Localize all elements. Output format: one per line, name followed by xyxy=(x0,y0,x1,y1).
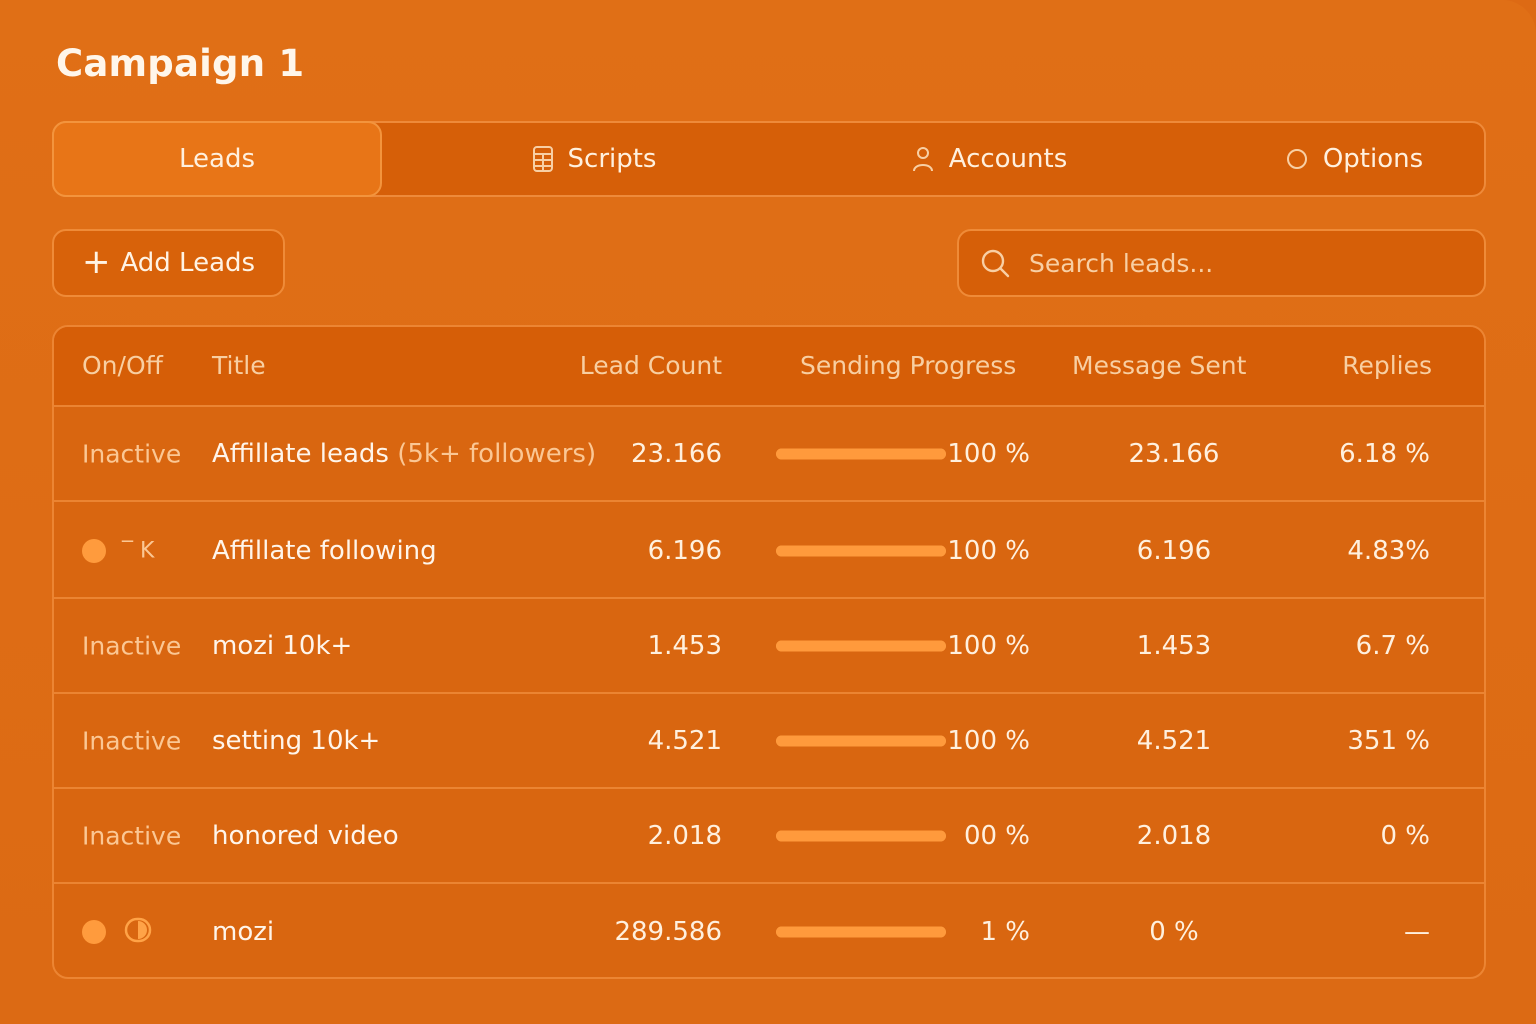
lead-title-text: setting 10k+ xyxy=(212,725,381,756)
header-sending-progress[interactable]: Sending Progress xyxy=(800,351,1016,380)
progress-fill xyxy=(776,830,946,841)
lead-count: 1.453 xyxy=(647,630,722,661)
lead-count: 6.196 xyxy=(647,535,722,566)
header-title[interactable]: Title xyxy=(212,351,266,380)
status-dot[interactable] xyxy=(82,919,106,944)
table-row[interactable]: Inactive mozi 10k+ 1.453 100 % 1.453 6.7… xyxy=(54,599,1484,694)
message-sent: 2.018 xyxy=(1136,820,1212,851)
tab-label: Scripts xyxy=(567,144,657,174)
progress-fill xyxy=(776,735,946,746)
add-leads-label: Add Leads xyxy=(120,248,256,278)
lead-title: honored video xyxy=(212,821,399,851)
header-on-off[interactable]: On/Off xyxy=(82,351,163,380)
table-header: On/Off Title Lead Count Sending Progress… xyxy=(54,327,1484,407)
replies: — xyxy=(1404,916,1430,947)
calculator-icon xyxy=(532,145,554,173)
lead-count: 289.586 xyxy=(614,916,722,947)
tab-label: Accounts xyxy=(948,144,1068,174)
status-toggle[interactable]: Inactive xyxy=(82,439,181,468)
message-sent: 6.196 xyxy=(1136,535,1212,566)
lead-title-text: honored video xyxy=(212,820,399,851)
tab-label: Options xyxy=(1322,144,1424,174)
table-row[interactable]: mozi 289.586 1 % 0 % — xyxy=(54,884,1484,977)
progress-bar xyxy=(776,926,946,937)
circle-icon xyxy=(1285,147,1309,171)
table-row[interactable]: Inactive setting 10k+ 4.521 100 % 4.521 … xyxy=(54,694,1484,789)
message-sent: 0 % xyxy=(1149,916,1199,947)
progress-label: 100 % xyxy=(947,630,1030,661)
lead-title: Affillate following xyxy=(212,536,437,566)
tab-bar: Leads Scripts Accounts Options xyxy=(52,121,1486,197)
message-sent: 1.453 xyxy=(1136,630,1212,661)
lead-count: 23.166 xyxy=(631,438,722,469)
progress-bar xyxy=(776,448,946,459)
status-toggle[interactable]: Inactive xyxy=(82,726,181,755)
lead-title-text: mozi 10k+ xyxy=(212,630,353,661)
search-icon xyxy=(981,249,1011,283)
status-toggle[interactable]: Inactive xyxy=(82,821,181,850)
progress-fill xyxy=(776,448,946,459)
campaign-panel: Campaign 1 Leads Scripts Accounts Option… xyxy=(0,0,1536,1024)
progress-bar xyxy=(776,735,946,746)
lead-title-text: Affillate leads xyxy=(212,438,389,469)
tab-leads[interactable]: Leads xyxy=(52,121,382,197)
status-dot[interactable] xyxy=(82,538,106,563)
progress-bar xyxy=(776,830,946,841)
lead-count: 4.521 xyxy=(647,725,722,756)
progress-fill xyxy=(776,640,946,651)
lead-title: Affillate leads (5k+ followers) xyxy=(212,439,596,469)
tab-label: Leads xyxy=(178,144,255,174)
header-message-sent[interactable]: Message Sent xyxy=(1072,351,1246,380)
add-leads-button[interactable]: + Add Leads xyxy=(52,229,285,297)
progress-bar xyxy=(776,545,946,556)
replies: 6.18 % xyxy=(1339,438,1430,469)
lead-title: mozi 10k+ xyxy=(212,631,352,661)
replies: 4.83% xyxy=(1347,535,1430,566)
page-title: Campaign 1 xyxy=(56,42,305,85)
lead-title-text: mozi xyxy=(212,916,275,947)
header-replies[interactable]: Replies xyxy=(1342,351,1432,380)
replies: 351 % xyxy=(1347,725,1430,756)
lead-title-text: Affillate following xyxy=(212,535,437,566)
progress-label: 100 % xyxy=(947,725,1030,756)
leads-table: On/Off Title Lead Count Sending Progress… xyxy=(52,325,1486,979)
header-lead-count[interactable]: Lead Count xyxy=(580,351,722,380)
progress-label: 100 % xyxy=(947,535,1030,566)
table-row[interactable]: ‾ K Affillate following 6.196 100 % 6.19… xyxy=(54,504,1484,599)
user-icon xyxy=(911,145,935,173)
lead-count: 2.018 xyxy=(647,820,722,851)
lead-title-sub: (5k+ followers) xyxy=(397,438,597,469)
search-box xyxy=(957,229,1486,297)
tab-accounts[interactable]: Accounts xyxy=(864,123,1114,195)
progress-label: 100 % xyxy=(947,438,1030,469)
tab-scripts[interactable]: Scripts xyxy=(484,123,704,195)
replies: 6.7 % xyxy=(1355,630,1430,661)
message-sent: 23.166 xyxy=(1128,438,1220,469)
progress-bar xyxy=(776,640,946,651)
status-toggle[interactable]: Inactive xyxy=(82,631,181,660)
table-row[interactable]: Inactive Affillate leads (5k+ followers)… xyxy=(54,407,1484,502)
table-row[interactable]: Inactive honored video 2.018 00 % 2.018 … xyxy=(54,789,1484,884)
plus-icon: + xyxy=(81,241,111,282)
tab-options[interactable]: Options xyxy=(1244,123,1464,195)
progress-fill xyxy=(776,926,946,937)
replies: 0 % xyxy=(1380,820,1430,851)
message-sent: 4.521 xyxy=(1136,725,1212,756)
progress-label: 00 % xyxy=(963,820,1030,851)
status-glyph: ‾ K xyxy=(122,538,155,563)
lead-title: mozi xyxy=(212,917,274,947)
progress-label: 1 % xyxy=(980,916,1030,947)
search-input[interactable] xyxy=(1029,243,1469,283)
progress-fill xyxy=(776,545,946,556)
lead-title: setting 10k+ xyxy=(212,726,380,756)
half-circle-toggle-icon[interactable] xyxy=(124,917,152,947)
